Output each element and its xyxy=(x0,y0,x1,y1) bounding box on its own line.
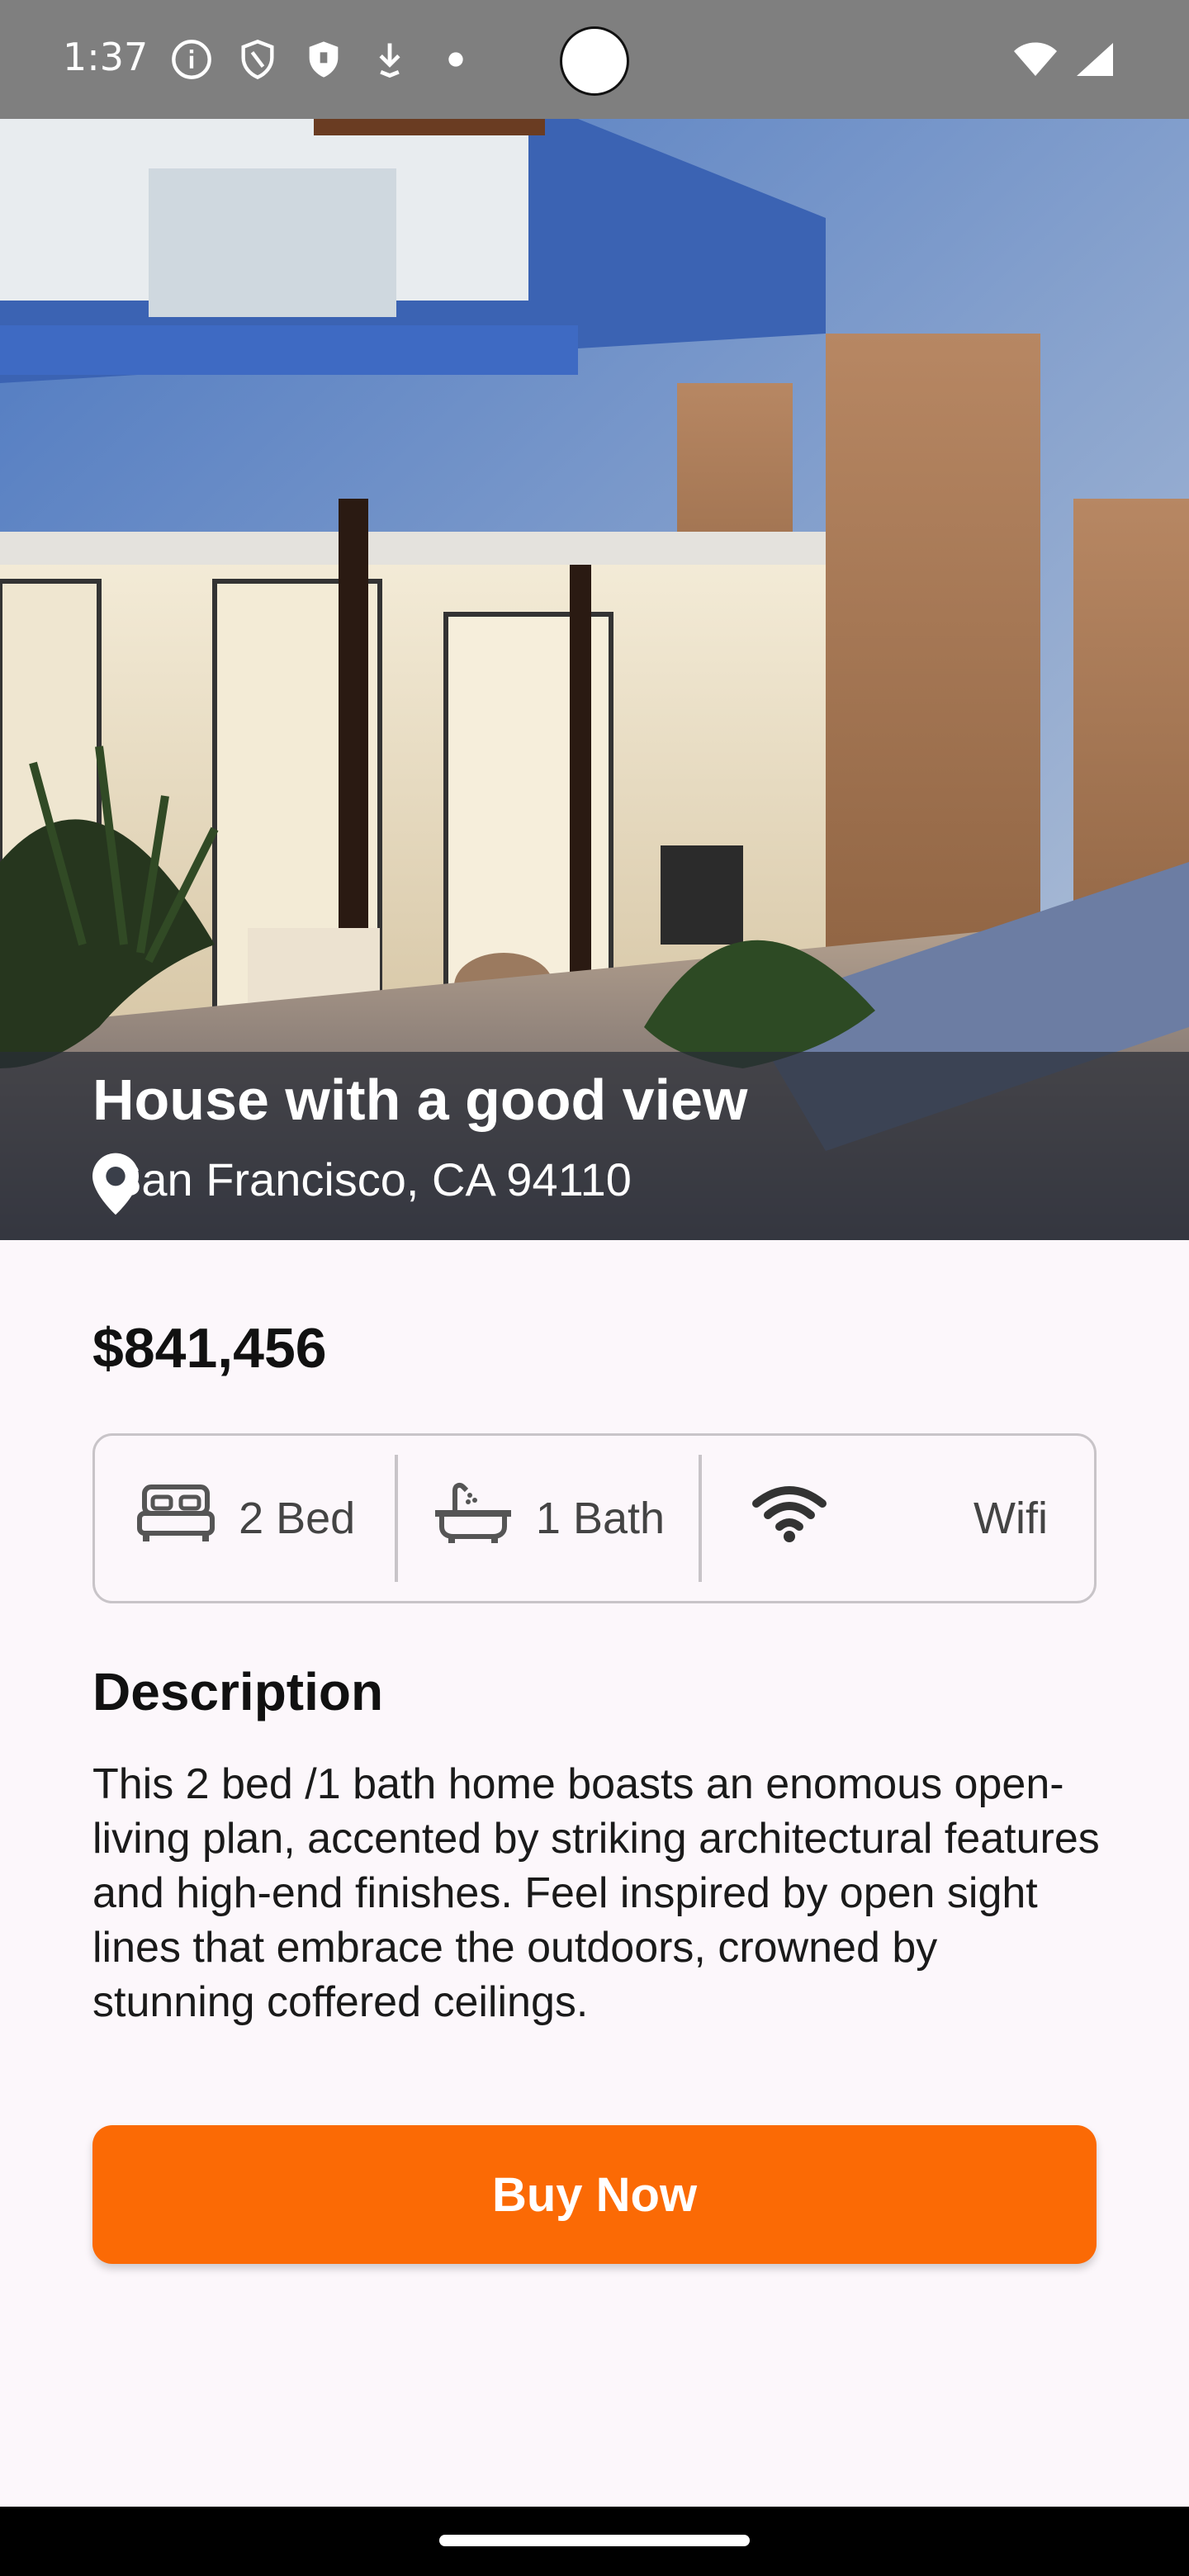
bed-icon xyxy=(135,1480,217,1557)
description-text: This 2 bed /1 bath home boasts an enomou… xyxy=(92,1760,1100,2026)
feature-bed: 2 Bed xyxy=(95,1436,395,1601)
bathtub-icon xyxy=(432,1480,514,1557)
listing-price: $841,456 xyxy=(92,1317,327,1380)
status-time: 1:37 xyxy=(63,35,149,79)
dot-icon xyxy=(434,38,477,85)
download-icon xyxy=(368,38,411,85)
signal-icon xyxy=(1070,40,1116,83)
listing-title: House with a good view xyxy=(92,1068,748,1132)
system-nav-bar xyxy=(0,2507,1189,2576)
buy-now-button[interactable]: Buy Now xyxy=(92,2125,1097,2264)
feature-wifi-label: Wifi xyxy=(973,1494,1048,1543)
shield-icon xyxy=(236,38,279,85)
features-card: 2 Bed 1 Bath Wifi xyxy=(92,1433,1097,1603)
hero-image: House with a good view San Francisco, CA… xyxy=(0,119,1189,1240)
description-heading: Description xyxy=(92,1662,384,1721)
listing-location: San Francisco, CA 94110 xyxy=(92,1153,632,1215)
wifi-status-icon xyxy=(1012,40,1059,83)
wifi-icon xyxy=(748,1480,831,1557)
home-gesture-handle[interactable] xyxy=(439,2535,750,2546)
info-icon xyxy=(170,38,213,85)
feature-bath-label: 1 Bath xyxy=(535,1494,666,1543)
feature-bath: 1 Bath xyxy=(398,1436,698,1601)
status-icons-left xyxy=(170,38,477,85)
security-badge-icon xyxy=(302,38,345,85)
camera-cutout xyxy=(560,26,629,96)
location-text: San Francisco, CA 94110 xyxy=(111,1153,632,1205)
feature-wifi: Wifi xyxy=(702,1436,1094,1601)
status-bar: 1:37 xyxy=(0,0,1189,119)
feature-bed-label: 2 Bed xyxy=(239,1494,356,1543)
status-icons-right xyxy=(1012,40,1116,83)
